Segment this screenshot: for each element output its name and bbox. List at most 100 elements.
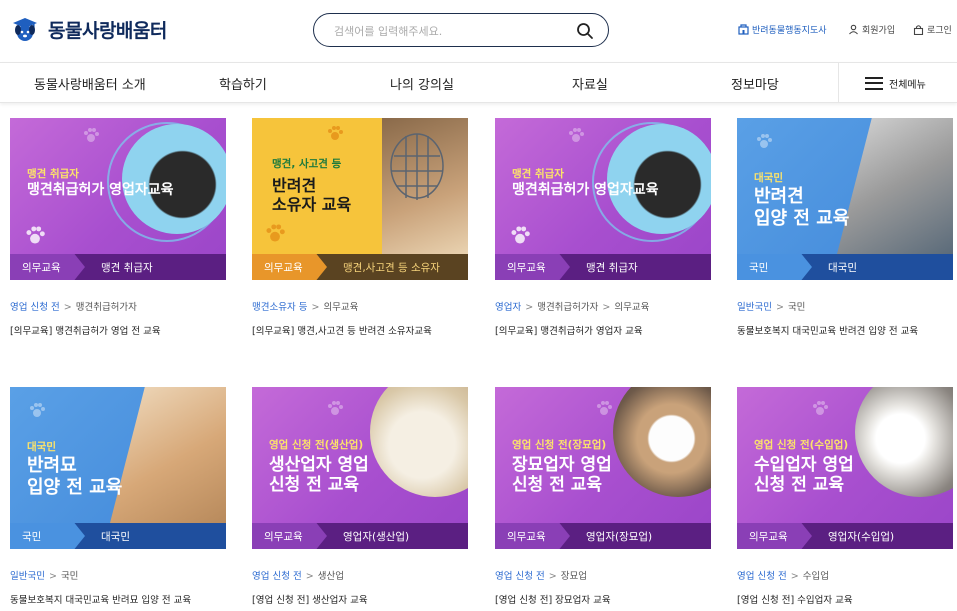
course-thumbnail[interactable]: 영업 신청 전(수입업) 수입업자 영업 신청 전 교육 의무교육 영업자(수입… (737, 387, 953, 549)
course-title[interactable]: [의무교육] 맹견취급허가 영업 전 교육 (10, 323, 161, 337)
crumb-item: 맹견취급허가자 (537, 302, 599, 313)
course-title[interactable]: [영업 신청 전] 수입업자 교육 (737, 592, 853, 606)
band-left: 의무교육 (737, 523, 812, 549)
thumb-title: 맹견취급허가 영업자교육 (512, 182, 659, 198)
nav-item-info[interactable]: 정보마당 (731, 74, 779, 93)
course-card[interactable]: 대국민 반려견 입양 전 교육 국민 대국민 일반국민 > 국민 동물보호복지 대국… (737, 118, 953, 337)
course-thumbnail[interactable]: 대국민 반려견 입양 전 교육 국민 대국민 (737, 118, 953, 280)
course-title[interactable]: [의무교육] 맹견취급허가 영업자 교육 (495, 323, 643, 337)
course-card[interactable]: 대국민 반려묘 입양 전 교육 국민 대국민 일반국민 > 국민 동물보호복지 대국… (10, 387, 226, 606)
crumb-item: 국민 (60, 571, 79, 582)
nav-item-about[interactable]: 동물사랑배움터 소개 (34, 74, 146, 93)
course-thumbnail[interactable]: 영업 신청 전(장묘업) 장묘업자 영업 신청 전 교육 의무교육 영업자(장묘… (495, 387, 711, 549)
crumb-primary[interactable]: 영업 신청 전 (252, 571, 302, 582)
category-band: 의무교육 영업자(생산업) (252, 523, 468, 549)
course-title[interactable]: 동물보호복지 대국민교육 반려견 입양 전 교육 (737, 323, 918, 337)
thumb-title: 생산업자 영업 신청 전 교육 (269, 455, 369, 496)
course-title[interactable]: 동물보호복지 대국민교육 반려묘 입양 전 교육 (10, 592, 191, 606)
crumb-item: 장묘업 (560, 571, 587, 582)
poodle-photo (837, 118, 953, 254)
course-card[interactable]: 영업 신청 전(수입업) 수입업자 영업 신청 전 교육 의무교육 영업자(수입… (737, 387, 953, 606)
logo-text: 동물사랑배움터 (48, 19, 167, 42)
search-icon[interactable] (576, 22, 594, 40)
band-right: 맹견 취급자 (586, 261, 638, 274)
crumb-primary[interactable]: 영업 신청 전 (495, 571, 545, 582)
thumb-title: 반려견 입양 전 교육 (754, 186, 850, 229)
dog-logo-icon (13, 18, 37, 41)
crumb-primary[interactable]: 일반국민 (737, 302, 772, 313)
band-right: 영업자(생산업) (343, 530, 410, 543)
breadcrumb: 영업 신청 전 > 장묘업 (495, 571, 587, 582)
crumb-primary[interactable]: 영업 신청 전 (10, 302, 60, 313)
muzzle-icon (390, 133, 444, 200)
course-card[interactable]: 영업 신청 전(장묘업) 장묘업자 영업 신청 전 교육 의무교육 영업자(장묘… (495, 387, 711, 606)
course-card[interactable]: 맹견 취급자 맹견취급허가 영업자교육 의무교육 맹견 취급자 영업 신청 전 >… (10, 118, 226, 337)
thumb-label: 영업 신청 전(수입업) (754, 439, 849, 451)
course-card[interactable]: 맹견, 사고견 등 반려견 소유자 교육 의무교육 맹견,사고견 등 소유자 맹… (252, 118, 468, 337)
band-left: 의무교육 (495, 254, 570, 280)
thumb-label: 영업 신청 전(생산업) (269, 439, 364, 451)
search-input[interactable] (334, 21, 574, 41)
thumb-title: 반려견 소유자 교육 (272, 176, 352, 215)
course-thumbnail[interactable]: 맹견 취급자 맹견취급허가 영업자교육 의무교육 맹견 취급자 (495, 118, 711, 280)
course-card[interactable]: 맹견 취급자 맹견취급허가 영업자교육 의무교육 맹견 취급자 영업자 > 맹견취급… (495, 118, 711, 337)
breadcrumb: 맹견소유자 등 > 의무교육 (252, 302, 359, 313)
category-band: 국민 대국민 (737, 254, 953, 280)
band-right: 대국민 (101, 530, 130, 543)
cat-photo (110, 387, 226, 523)
crumb-primary[interactable]: 영업 신청 전 (737, 571, 787, 582)
category-band: 의무교육 영업자(수입업) (737, 523, 953, 549)
login-link[interactable]: 로그인 (913, 23, 952, 36)
black-dog-photo (122, 124, 226, 234)
course-thumbnail[interactable]: 맹견 취급자 맹견취급허가 영업자교육 의무교육 맹견 취급자 (10, 118, 226, 280)
crumb-item: 의무교육 (614, 302, 650, 313)
course-thumbnail[interactable]: 영업 신청 전(생산업) 생산업자 영업 신청 전 교육 의무교육 영업자(생산… (252, 387, 468, 549)
thumb-label: 맹견 취급자 (512, 168, 564, 180)
crumb-item: 맹견취급허가자 (75, 302, 137, 313)
thumb-title: 반려묘 입양 전 교육 (27, 455, 123, 498)
signup-label: 회원가입 (862, 26, 896, 36)
crumb-item: 의무교육 (323, 302, 359, 313)
course-thumbnail[interactable]: 맹견, 사고견 등 반려견 소유자 교육 의무교육 맹견,사고견 등 소유자 (252, 118, 468, 280)
crumb-primary[interactable]: 맹견소유자 등 (252, 302, 307, 313)
crumb-primary[interactable]: 영업자 (495, 302, 521, 313)
category-band: 의무교육 맹견 취급자 (495, 254, 711, 280)
band-right: 대국민 (828, 261, 857, 274)
paw-icon (266, 224, 285, 242)
search-box (313, 13, 609, 47)
site-logo[interactable]: 동물사랑배움터 (10, 14, 167, 44)
paw-icon (511, 226, 530, 244)
course-title[interactable]: [영업 신청 전] 장묘업자 교육 (495, 592, 611, 606)
band-right: 맹견 취급자 (101, 261, 153, 274)
band-left: 의무교육 (252, 254, 327, 280)
course-card[interactable]: 영업 신청 전(생산업) 생산업자 영업 신청 전 교육 의무교육 영업자(생산… (252, 387, 468, 606)
nav-item-learn[interactable]: 학습하기 (219, 74, 267, 93)
band-left: 국민 (10, 523, 85, 549)
dog-cat-photo (855, 387, 953, 497)
course-thumbnail[interactable]: 대국민 반려묘 입양 전 교육 국민 대국민 (10, 387, 226, 549)
nav-item-my-classroom[interactable]: 나의 강의실 (390, 74, 454, 93)
course-title[interactable]: [의무교육] 맹견,사고견 등 반려견 소유자교육 (252, 323, 432, 337)
band-left: 국민 (737, 254, 812, 280)
thumb-title: 장묘업자 영업 신청 전 교육 (512, 455, 612, 496)
thumb-label: 대국민 (754, 172, 783, 184)
behavior-guide-link[interactable]: 반려동물행동지도사 (738, 23, 827, 36)
course-title[interactable]: [영업 신청 전] 생산업자 교육 (252, 592, 368, 606)
band-right: 영업자(수입업) (828, 530, 895, 543)
band-left: 의무교육 (252, 523, 327, 549)
site-header: 동물사랑배움터 반려동물행동지도사 회원가입 로그인 (0, 0, 957, 62)
crumb-primary[interactable]: 일반국민 (10, 571, 45, 582)
thumb-label: 맹견 취급자 (27, 168, 79, 180)
paw-icon (328, 401, 343, 415)
breadcrumb: 일반국민 > 국민 (737, 302, 806, 313)
nav-item-archive[interactable]: 자료실 (572, 74, 608, 93)
all-menu-button[interactable]: 전체메뉴 (838, 63, 957, 103)
thumb-title: 수입업자 영업 신청 전 교육 (754, 455, 854, 496)
building-icon (738, 24, 749, 35)
paw-icon (569, 128, 584, 142)
memorial-photo (613, 387, 711, 497)
paw-icon (328, 126, 343, 140)
category-band: 국민 대국민 (10, 523, 226, 549)
signup-link[interactable]: 회원가입 (848, 23, 895, 36)
black-dog-photo (607, 124, 711, 234)
